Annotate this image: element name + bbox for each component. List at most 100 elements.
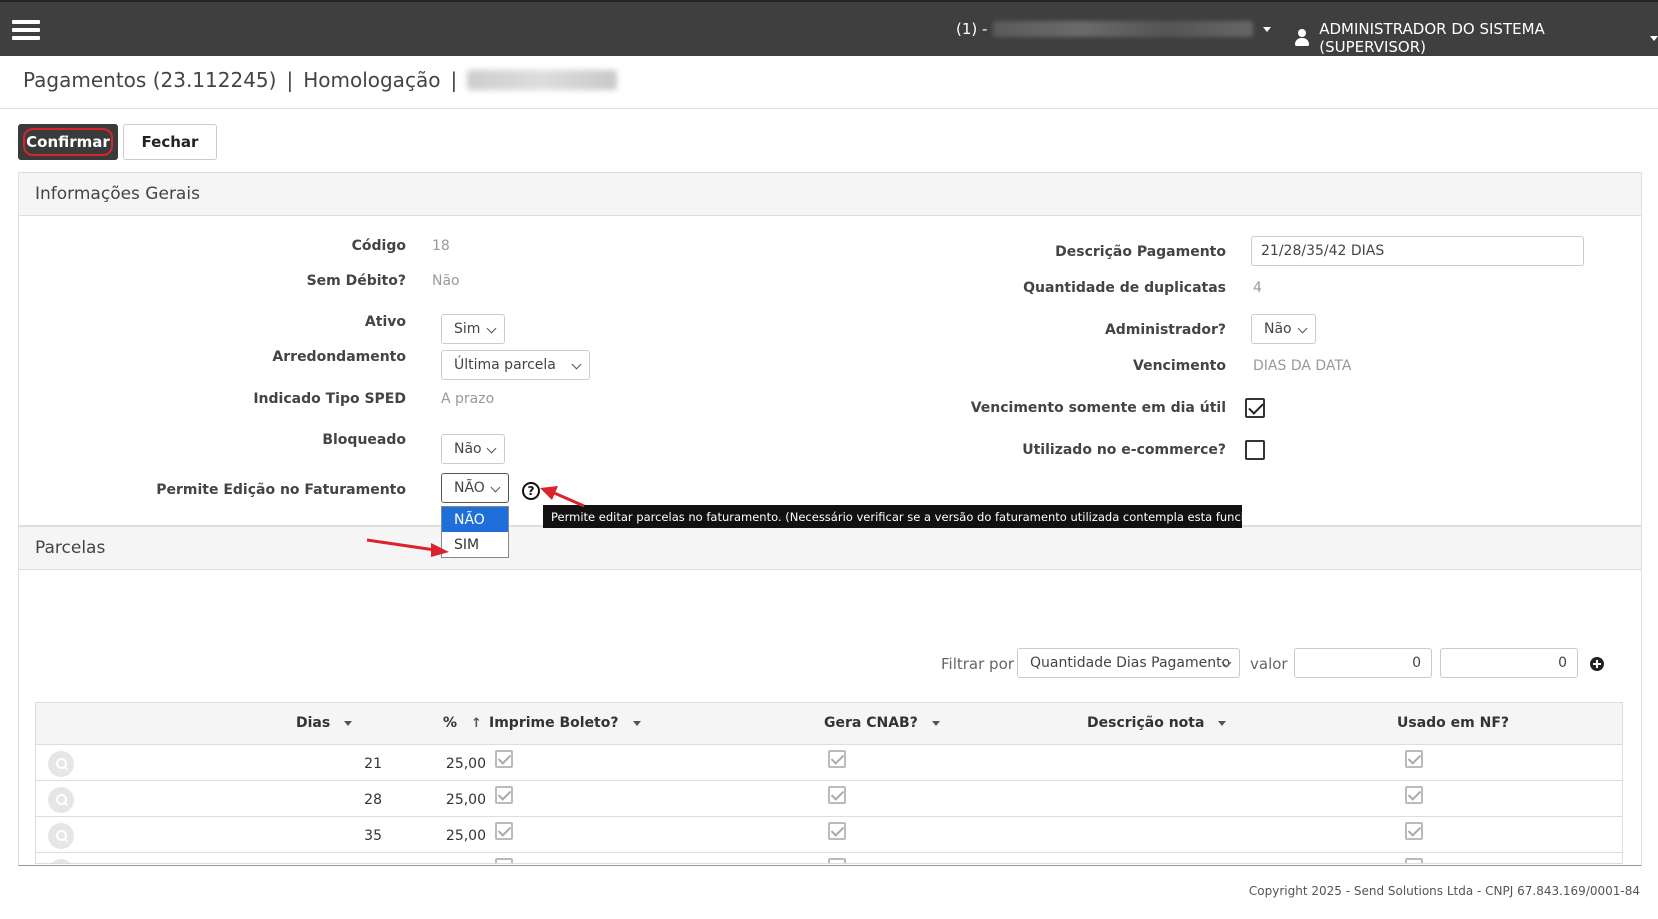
bloqueado-select[interactable]: Não <box>441 434 505 464</box>
annotation-arrow-icon <box>540 486 585 508</box>
usado-nf-checkbox <box>1405 786 1423 804</box>
descricao-label: Descrição Pagamento <box>1055 244 1226 260</box>
column-gera-cnab[interactable]: Gera CNAB? <box>824 715 940 731</box>
permite-edicao-label: Permite Edição no Faturamento <box>156 482 406 498</box>
cell-dias: 28 <box>364 792 382 808</box>
ativo-value: Sim <box>454 321 481 337</box>
table-header: Dias % ↑ Imprime Boleto? Gera CNAB? Descr… <box>36 703 1622 745</box>
dia-util-checkbox[interactable] <box>1245 398 1265 418</box>
arredondamento-select[interactable]: Última parcela <box>441 350 590 380</box>
chevron-down-icon <box>1650 35 1658 41</box>
usado-nf-checkbox <box>1405 858 1423 863</box>
chevron-down-icon <box>1297 323 1308 334</box>
help-tooltip: Permite editar parcelas no faturamento. … <box>543 505 1305 528</box>
sem-debito-label: Sem Débito? <box>306 273 406 289</box>
descricao-input[interactable]: 21/28/35/42 DIAS <box>1251 236 1584 266</box>
footer-copyright: Copyright 2025 - Send Solutions Ltda - C… <box>1248 884 1640 898</box>
column-usado-nf-label: Usado em NF? <box>1397 715 1510 731</box>
top-bar: (1) - ADMINISTRADOR DO SISTEMA (SUPERVIS… <box>0 0 1658 56</box>
page-title: Pagamentos (23.112245) | Homologação | <box>23 68 618 92</box>
cell-percent: 25,00 <box>445 828 486 844</box>
ecommerce-checkbox[interactable] <box>1245 440 1265 460</box>
administrador-select[interactable]: Não <box>1251 314 1316 344</box>
bloqueado-label: Bloqueado <box>322 432 406 448</box>
chevron-down-icon <box>571 359 582 370</box>
title-separator: | <box>450 68 458 92</box>
company-selector[interactable]: (1) - <box>956 20 1272 38</box>
search-icon[interactable] <box>48 787 74 813</box>
filter-value: Quantidade Dias Pagamento <box>1030 655 1231 671</box>
cell-dias: 35 <box>364 828 382 844</box>
permite-edicao-value: NÃO <box>454 480 485 496</box>
column-percent-label: % <box>443 715 458 731</box>
chevron-down-icon <box>1263 26 1272 32</box>
sem-debito-value: Não <box>432 273 460 289</box>
search-icon[interactable] <box>48 751 74 777</box>
qtd-duplicatas-label: Quantidade de duplicatas <box>1023 280 1226 296</box>
company-redacted <box>467 70 618 90</box>
cell-percent: 25,00 <box>445 792 486 808</box>
annotation-arrow-icon <box>366 538 449 557</box>
usado-nf-checkbox <box>1405 822 1423 840</box>
page-title-text: Pagamentos (23.112245) <box>23 68 277 92</box>
table-row[interactable]: 35 25,00 <box>36 817 1622 853</box>
administrador-value: Não <box>1264 321 1292 337</box>
search-icon[interactable] <box>48 823 74 849</box>
bloqueado-value: Não <box>454 441 482 457</box>
ativo-label: Ativo <box>364 314 406 330</box>
column-dias[interactable]: Dias <box>296 715 353 731</box>
ativo-select[interactable]: Sim <box>441 314 505 344</box>
table-row[interactable] <box>36 853 1622 863</box>
chevron-down-icon <box>486 323 497 334</box>
sort-down-icon <box>344 720 353 726</box>
user-name: ADMINISTRADOR DO SISTEMA (SUPERVISOR) <box>1319 20 1545 56</box>
valor-label: valor <box>1250 655 1288 673</box>
user-menu[interactable]: ADMINISTRADOR DO SISTEMA (SUPERVISOR) <box>1294 20 1658 56</box>
valor-to-input[interactable]: 0 <box>1440 648 1578 678</box>
column-descricao-nota[interactable]: Descrição nota <box>1087 715 1227 731</box>
column-percent[interactable]: % ↑ <box>443 715 482 731</box>
column-imprime-boleto[interactable]: Imprime Boleto? <box>489 715 641 731</box>
close-label: Fechar <box>141 133 199 151</box>
codigo-label: Código <box>351 238 406 254</box>
search-icon[interactable] <box>48 859 74 863</box>
table-row[interactable]: 28 25,00 <box>36 781 1622 817</box>
cell-percent: 25,00 <box>445 756 486 772</box>
close-button[interactable]: Fechar <box>123 124 217 160</box>
gera-cnab-checkbox <box>828 822 846 840</box>
chevron-down-icon <box>486 443 497 454</box>
confirm-button[interactable]: Confirmar <box>18 124 118 160</box>
option-sim[interactable]: SIM <box>442 532 508 557</box>
gera-cnab-checkbox <box>828 750 846 768</box>
filter-select[interactable]: Quantidade Dias Pagamento <box>1017 648 1240 678</box>
sort-down-icon <box>632 720 641 726</box>
filter-label: Filtrar por <box>941 655 1014 673</box>
company-name-redacted <box>993 21 1254 37</box>
table-row[interactable]: 21 25,00 <box>36 745 1622 781</box>
usado-nf-checkbox <box>1405 750 1423 768</box>
sort-up-icon: ↑ <box>471 715 482 731</box>
column-gera-cnab-label: Gera CNAB? <box>824 715 918 731</box>
imprime-boleto-checkbox <box>495 858 513 863</box>
menu-icon[interactable] <box>12 20 40 40</box>
codigo-value: 18 <box>432 238 450 254</box>
title-separator: | <box>286 68 294 92</box>
permite-edicao-select[interactable]: NÃO <box>441 473 509 503</box>
general-info-header: Informações Gerais <box>19 173 1641 216</box>
installments-table: Dias % ↑ Imprime Boleto? Gera CNAB? Descr… <box>35 702 1623 864</box>
title-divider <box>0 108 1658 109</box>
column-dias-label: Dias <box>296 715 331 731</box>
dia-util-label: Vencimento somente em dia útil <box>970 400 1226 416</box>
installments-header: Parcelas <box>19 527 1641 570</box>
gera-cnab-checkbox <box>828 858 846 863</box>
option-nao[interactable]: NÃO <box>442 507 508 532</box>
add-filter-icon[interactable] <box>1590 657 1604 671</box>
column-usado-nf[interactable]: Usado em NF? <box>1397 715 1509 731</box>
permite-edicao-options: NÃO SIM <box>441 506 509 558</box>
arredondamento-label: Arredondamento <box>272 349 406 365</box>
environment-name: Homologação <box>303 68 441 92</box>
imprime-boleto-checkbox <box>495 750 513 768</box>
valor-from-input[interactable]: 0 <box>1294 648 1432 678</box>
administrador-label: Administrador? <box>1104 322 1226 338</box>
column-descricao-nota-label: Descrição nota <box>1087 715 1205 731</box>
